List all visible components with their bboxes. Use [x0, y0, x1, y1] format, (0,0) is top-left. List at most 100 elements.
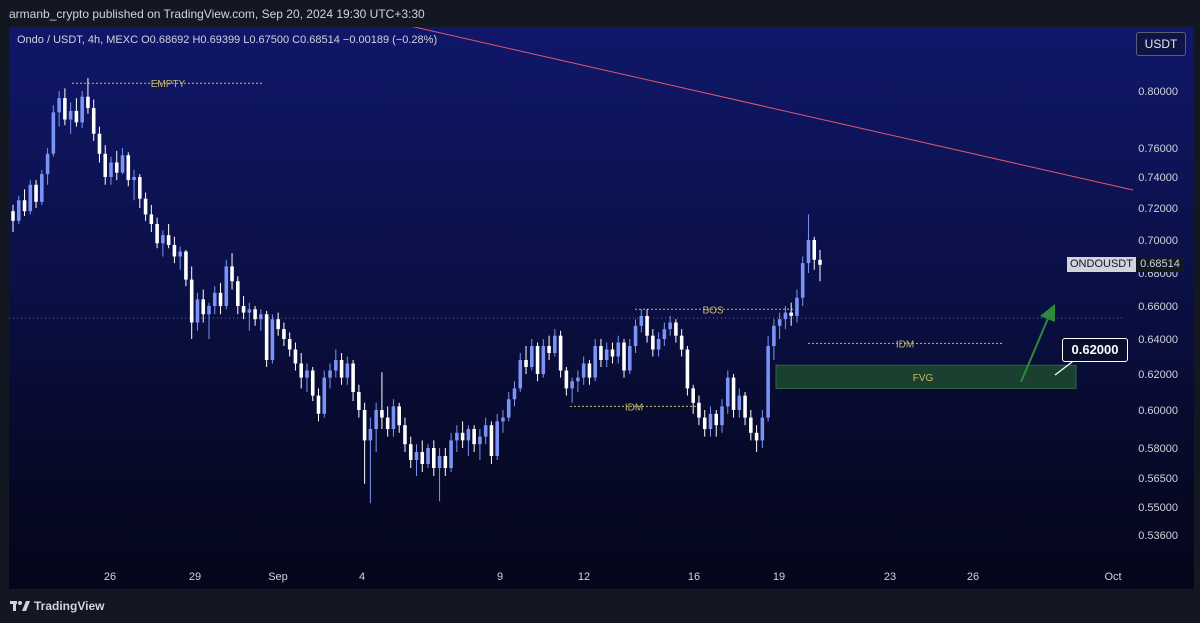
candle-body	[662, 329, 667, 339]
candle-body	[466, 429, 471, 441]
candle-body	[276, 319, 280, 330]
y-axis-tick-label: 0.72000	[1138, 203, 1178, 215]
candle-body	[749, 417, 753, 433]
price-chart[interactable]: EMPTY BOS IDM IDM FVG 0.80000 0.76000 0.74000 0.…	[9, 27, 1194, 589]
candle-body	[51, 112, 56, 154]
candle-body	[385, 417, 390, 429]
candle-body	[351, 363, 355, 392]
candle-body	[189, 279, 194, 323]
candle-body	[795, 297, 799, 316]
candle-body	[63, 98, 67, 120]
candle-body	[437, 456, 442, 468]
candle-body	[627, 346, 632, 371]
candle-body	[11, 211, 15, 221]
candle-body	[812, 240, 817, 260]
candle-body	[570, 381, 574, 389]
candle-body	[230, 266, 234, 282]
candle-body	[743, 395, 747, 418]
candle-body	[529, 346, 534, 367]
candle-body	[697, 402, 701, 418]
publisher-text: armanb_crypto published on TradingView.c…	[9, 7, 425, 21]
candle-body	[558, 335, 563, 371]
fvg-label: FVG	[913, 373, 934, 384]
candle-body	[639, 315, 644, 326]
candle-body	[132, 177, 136, 181]
candle-body	[604, 349, 609, 360]
candle-body	[236, 281, 240, 306]
brand-name: TradingView	[34, 599, 105, 613]
candle-body	[489, 425, 494, 456]
candle-body	[80, 96, 84, 123]
candle-body	[218, 292, 223, 306]
candle-body	[541, 346, 546, 374]
candle-body	[616, 342, 621, 357]
candle-body	[506, 399, 511, 418]
candle-body	[184, 251, 188, 280]
candle-body	[86, 96, 90, 109]
candle-body	[334, 360, 338, 371]
candle-body	[772, 325, 776, 346]
candle-body	[587, 363, 592, 378]
candle-body	[253, 309, 257, 320]
candle-body	[299, 363, 304, 378]
candle-body	[547, 346, 551, 353]
candle-body	[74, 110, 79, 123]
footer: TradingView	[0, 589, 1200, 623]
tradingview-brand[interactable]: TradingView	[10, 599, 104, 613]
candle-body	[408, 444, 413, 460]
price-callout: 0.62000	[1062, 338, 1128, 362]
candle-body	[224, 266, 229, 306]
candle-body	[241, 306, 246, 313]
candle-body	[403, 425, 407, 445]
x-axis-tick-label: 26	[967, 571, 979, 583]
currency-button[interactable]: USDT	[1136, 32, 1186, 56]
candle-body	[68, 110, 73, 120]
candle-body	[720, 406, 724, 426]
candle-body	[535, 346, 540, 374]
candle-body	[432, 448, 436, 468]
candle-body	[593, 346, 597, 378]
candle-body	[109, 162, 113, 177]
x-axis-tick-label: 16	[688, 571, 700, 583]
candle-body	[91, 108, 96, 134]
chart-area[interactable]: EMPTY BOS IDM IDM FVG 0.80000 0.76000 0.74000 0.…	[9, 27, 1194, 589]
candle-body	[668, 322, 672, 330]
x-axis-tick-label: 26	[104, 571, 116, 583]
y-axis-tick-label: 0.66000	[1138, 301, 1178, 313]
candle-body	[374, 410, 378, 429]
candle-body	[512, 388, 517, 400]
candle-body	[576, 377, 580, 382]
x-axis-tick-label: 4	[359, 571, 365, 583]
candle-body	[818, 259, 822, 265]
candle-body	[282, 329, 286, 339]
candle-body	[172, 244, 177, 257]
candle-body	[316, 395, 321, 414]
publisher-bar: armanb_crypto published on TradingView.c…	[0, 0, 1200, 27]
x-axis-tick-label: 19	[773, 571, 785, 583]
candle-body	[443, 456, 448, 468]
candle-body	[178, 251, 182, 257]
bos-label: BOS	[702, 305, 723, 316]
candle-body	[460, 432, 465, 441]
x-axis-tick-label: 9	[497, 571, 503, 583]
candle-body	[22, 200, 27, 212]
resistance-trendline	[412, 27, 1134, 191]
candle-body	[368, 429, 373, 441]
candle-body	[126, 155, 131, 181]
candle-body	[207, 306, 211, 315]
candle-body	[610, 349, 615, 357]
candle-body	[345, 363, 350, 378]
candle-body	[264, 314, 269, 360]
empty-label: EMPTY	[151, 79, 186, 90]
y-axis-tick-label: 0.53600	[1138, 530, 1178, 542]
candle-body	[397, 406, 401, 426]
candle-body	[310, 370, 315, 396]
candle-body	[783, 312, 788, 320]
symbol-tag: ONDOUSDT	[1067, 257, 1136, 272]
candle-body	[806, 240, 811, 264]
candle-body	[685, 349, 690, 389]
tradingview-logo-icon	[10, 601, 30, 611]
candle-body	[305, 370, 309, 378]
candle-body	[622, 342, 626, 371]
candle-body	[120, 155, 125, 173]
